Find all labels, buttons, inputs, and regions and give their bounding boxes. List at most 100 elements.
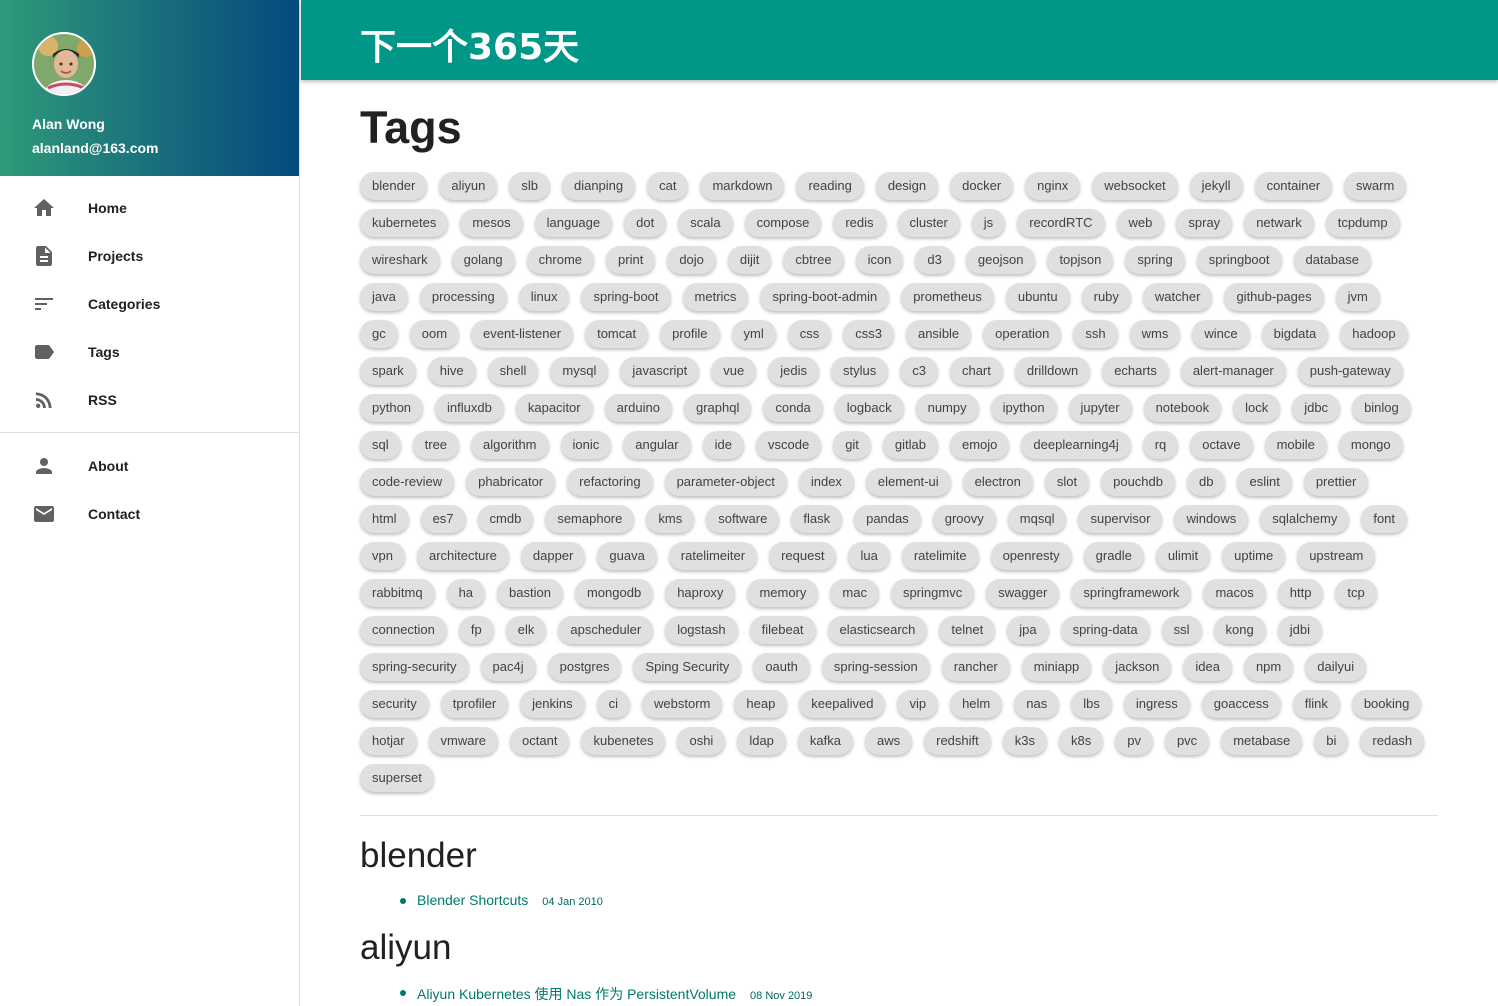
tag-chip[interactable]: dianping (561, 172, 636, 200)
tag-chip[interactable]: kms (646, 505, 695, 533)
tag-chip[interactable]: docker (950, 172, 1014, 200)
tag-chip[interactable]: bastion (497, 579, 563, 607)
nav-item-categories[interactable]: Categories (0, 280, 299, 328)
tag-chip[interactable]: processing (419, 283, 507, 311)
tag-chip[interactable]: octave (1190, 431, 1253, 459)
tag-chip[interactable]: netwark (1244, 209, 1314, 237)
tag-chip[interactable]: cmdb (477, 505, 534, 533)
tag-chip[interactable]: ruby (1081, 283, 1131, 311)
tag-chip[interactable]: geojson (965, 246, 1036, 274)
tag-chip[interactable]: kapacitor (515, 394, 593, 422)
tag-chip[interactable]: database (1293, 246, 1371, 274)
tag-chip[interactable]: ulimit (1155, 542, 1211, 570)
tag-chip[interactable]: element-ui (865, 468, 951, 496)
tag-chip[interactable]: angular (623, 431, 691, 459)
tag-chip[interactable]: rabbitmq (360, 579, 435, 607)
tag-chip[interactable]: hadoop (1340, 320, 1408, 348)
tag-chip[interactable]: keepalived (799, 690, 886, 718)
tag-chip[interactable]: logstash (665, 616, 738, 644)
tag-chip[interactable]: slot (1044, 468, 1090, 496)
tag-chip[interactable]: spring-data (1060, 616, 1150, 644)
tag-chip[interactable]: emojo (950, 431, 1010, 459)
tag-chip[interactable]: css (787, 320, 832, 348)
tag-chip[interactable]: helm (950, 690, 1003, 718)
tag-chip[interactable]: request (769, 542, 837, 570)
tag-chip[interactable]: gc (360, 320, 398, 348)
tag-chip[interactable]: shell (487, 357, 539, 385)
tag-chip[interactable]: dapper (520, 542, 586, 570)
tag-chip[interactable]: language (534, 209, 613, 237)
tag-chip[interactable]: tcp (1335, 579, 1377, 607)
tag-chip[interactable]: redash (1360, 727, 1425, 755)
tag-chip[interactable]: tcpdump (1325, 209, 1400, 237)
tag-chip[interactable]: sqlalchemy (1260, 505, 1350, 533)
tag-chip[interactable]: topjson (1047, 246, 1114, 274)
tag-chip[interactable]: lock (1233, 394, 1281, 422)
tag-chip[interactable]: http (1277, 579, 1324, 607)
tag-chip[interactable]: spray (1176, 209, 1233, 237)
avatar[interactable] (32, 32, 96, 96)
tag-chip[interactable]: ssl (1161, 616, 1202, 644)
post-link[interactable]: Blender Shortcuts (417, 892, 528, 908)
tag-chip[interactable]: ratelimite (901, 542, 979, 570)
tag-chip[interactable]: sql (360, 431, 401, 459)
tag-chip[interactable]: markdown (700, 172, 785, 200)
tag-chip[interactable]: websocket (1092, 172, 1178, 200)
tag-chip[interactable]: springmvc (890, 579, 975, 607)
tag-chip[interactable]: mysql (550, 357, 609, 385)
tag-chip[interactable]: jupyter (1068, 394, 1132, 422)
tag-chip[interactable]: kafka (797, 727, 853, 755)
tag-chip[interactable]: spring-session (821, 653, 930, 681)
tag-chip[interactable]: oom (409, 320, 460, 348)
tag-chip[interactable]: jvm (1335, 283, 1380, 311)
tag-chip[interactable]: nas (1014, 690, 1060, 718)
tag-chip[interactable]: hive (427, 357, 476, 385)
tag-chip[interactable]: oauth (753, 653, 810, 681)
tag-chip[interactable]: vue (711, 357, 757, 385)
tag-chip[interactable]: scala (678, 209, 733, 237)
tag-chip[interactable]: springframework (1071, 579, 1192, 607)
tag-chip[interactable]: heap (734, 690, 788, 718)
tag-chip[interactable]: graphql (683, 394, 752, 422)
nav-item-rss[interactable]: RSS (0, 376, 299, 424)
tag-chip[interactable]: oshi (677, 727, 726, 755)
tag-chip[interactable]: swagger (986, 579, 1060, 607)
tag-chip[interactable]: filebeat (749, 616, 816, 644)
tag-chip[interactable]: slb (509, 172, 550, 200)
tag-chip[interactable]: superset (360, 764, 434, 792)
tag-chip[interactable]: ide (702, 431, 744, 459)
tag-chip[interactable]: deeplearning4j (1021, 431, 1131, 459)
tag-chip[interactable]: git (833, 431, 871, 459)
tag-chip[interactable]: code-review (360, 468, 455, 496)
tag-chip[interactable]: spring (1125, 246, 1185, 274)
tag-chip[interactable]: macos (1203, 579, 1266, 607)
tag-chip[interactable]: nginx (1025, 172, 1081, 200)
tag-chip[interactable]: redshift (924, 727, 991, 755)
tag-chip[interactable]: springboot (1196, 246, 1282, 274)
tag-chip[interactable]: idea (1183, 653, 1232, 681)
nav-item-contact[interactable]: Contact (0, 490, 299, 538)
tag-chip[interactable]: numpy (915, 394, 979, 422)
tag-chip[interactable]: lua (848, 542, 890, 570)
tag-chip[interactable]: bigdata (1261, 320, 1329, 348)
tag-chip[interactable]: ipython (990, 394, 1057, 422)
tag-chip[interactable]: stylus (831, 357, 889, 385)
tag-chip[interactable]: pandas (854, 505, 921, 533)
nav-item-home[interactable]: Home (0, 184, 299, 232)
tag-chip[interactable]: notebook (1143, 394, 1222, 422)
tag-chip[interactable]: jackson (1103, 653, 1172, 681)
tag-chip[interactable]: kubenetes (581, 727, 666, 755)
tag-chip[interactable]: gradle (1083, 542, 1144, 570)
tag-chip[interactable]: elasticsearch (827, 616, 928, 644)
tag-chip[interactable]: upstream (1297, 542, 1376, 570)
tag-chip[interactable]: prometheus (901, 283, 994, 311)
tag-chip[interactable]: print (606, 246, 656, 274)
tag-chip[interactable]: push-gateway (1297, 357, 1403, 385)
tag-chip[interactable]: jdbi (1277, 616, 1322, 644)
tag-chip[interactable]: algorithm (471, 431, 549, 459)
tag-chip[interactable]: goaccess (1201, 690, 1281, 718)
tag-chip[interactable]: echarts (1102, 357, 1169, 385)
tag-chip[interactable]: flink (1292, 690, 1340, 718)
tag-chip[interactable]: db (1187, 468, 1226, 496)
tag-chip[interactable]: ssh (1073, 320, 1118, 348)
